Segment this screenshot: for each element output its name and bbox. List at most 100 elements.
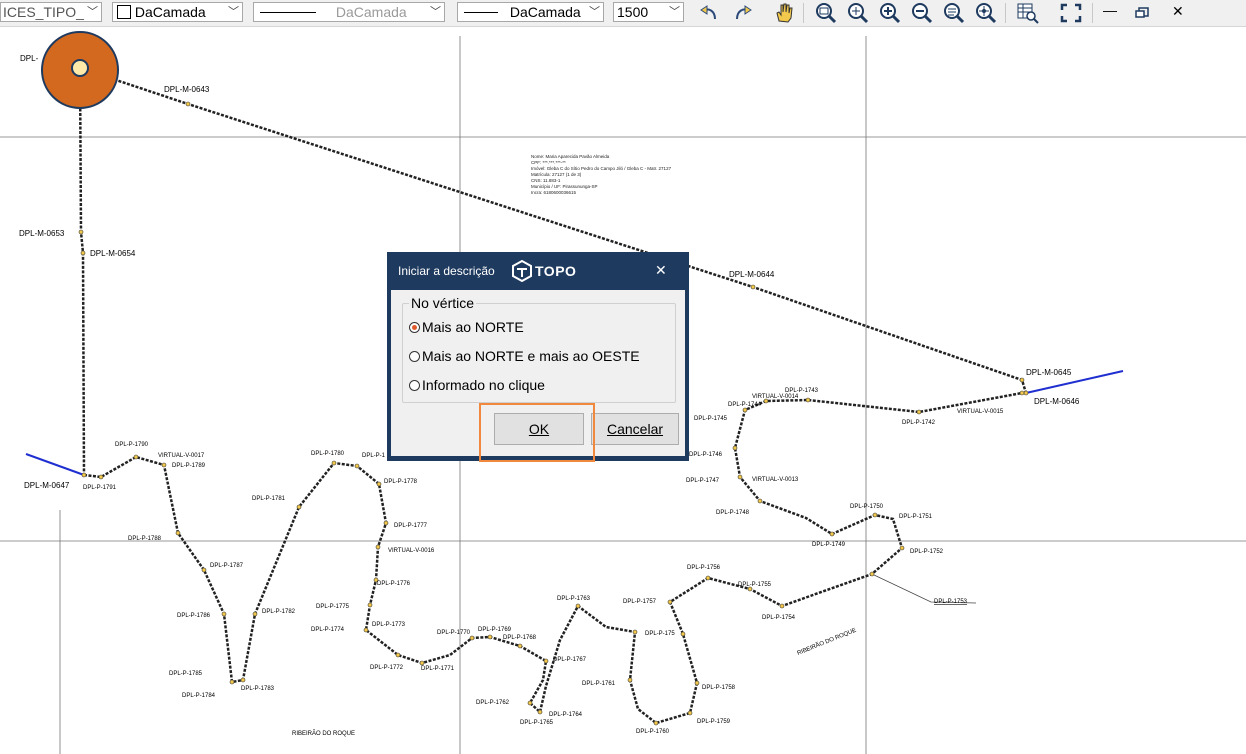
properties-button[interactable] bbox=[1015, 1, 1041, 25]
vertex-label: DPL-P-1769 bbox=[478, 627, 512, 633]
info-line: CPF: ***.***.***-** bbox=[531, 160, 566, 165]
option-label: Informado no clique bbox=[422, 377, 545, 393]
vertex-label: DPL-P-1748 bbox=[716, 510, 750, 516]
vertex-label: DPL-P-1763 bbox=[557, 596, 591, 602]
option-label: Mais ao NORTE e mais ao OESTE bbox=[422, 348, 640, 364]
vertex-label: DPL-P-1773 bbox=[372, 622, 406, 628]
group-label: No vértice bbox=[409, 295, 477, 311]
info-line: Município / UF: Pirassununga-SP bbox=[531, 184, 598, 189]
fullscreen-icon bbox=[1060, 3, 1082, 23]
chevron-down-icon: ﹀ bbox=[228, 6, 239, 18]
vertex-label: DPL-P-1787 bbox=[210, 563, 244, 569]
vertex-label: DPL-P-1765 bbox=[520, 720, 554, 726]
vertex-label: VIRTUAL-V-0015 bbox=[957, 409, 1004, 415]
chevron-down-icon: ﹀ bbox=[87, 6, 98, 18]
minimize-button[interactable]: — bbox=[1103, 2, 1117, 18]
info-line: Matrícula: 27127 (1 de 3) bbox=[531, 172, 582, 177]
restore-icon bbox=[1135, 7, 1149, 18]
vertex-label: VIRTUAL-V-0016 bbox=[388, 548, 435, 554]
option-label: Mais ao NORTE bbox=[422, 319, 524, 335]
vertex-label: DPL-P-1781 bbox=[252, 496, 286, 502]
option-click[interactable]: Informado no clique bbox=[409, 376, 545, 394]
ok-highlight-box bbox=[479, 403, 595, 462]
info-line: Nome: Maria Aparecida Pavão Almeida bbox=[531, 154, 610, 159]
chevron-down-icon: ﹀ bbox=[430, 6, 441, 18]
vertex-label: DPL-M-0653 bbox=[19, 229, 65, 238]
vertex-label: DPL-P-1747 bbox=[686, 478, 720, 484]
info-line: CNS: 11.883-1 bbox=[531, 178, 561, 183]
close-button[interactable]: ✕ bbox=[1172, 3, 1184, 20]
pan-button[interactable] bbox=[771, 1, 797, 25]
redo-button[interactable] bbox=[729, 1, 755, 25]
vertex-label: DPL-P-1750 bbox=[850, 504, 884, 510]
vertex-label: DPL-P-1754 bbox=[762, 615, 796, 621]
property-info-block: Nome: Maria Aparecida Pavão Almeida CPF:… bbox=[531, 154, 672, 195]
zoom-in-icon bbox=[880, 3, 901, 24]
zoom-in-button[interactable] bbox=[877, 1, 903, 25]
vertex-label: DPL-M-0645 bbox=[1026, 368, 1072, 377]
undo-icon bbox=[700, 5, 716, 20]
river-label: RIBEIRÃO DO ROQUE bbox=[796, 627, 857, 657]
line-sample-icon bbox=[464, 12, 498, 13]
dialog-title: Iniciar a descrição bbox=[398, 264, 495, 278]
vertex-label: DPL-P-1759 bbox=[697, 719, 731, 725]
dialog-close-button[interactable]: ✕ bbox=[655, 262, 667, 279]
zoom-extents-button[interactable] bbox=[845, 1, 871, 25]
vertex-label: DPL-P-1780 bbox=[311, 451, 345, 457]
radio-icon bbox=[409, 351, 420, 362]
zoom-previous-icon bbox=[944, 3, 965, 24]
info-line: Imóvel: Gleba C do Sítio Pedro do Campo … bbox=[531, 166, 672, 171]
dialog-title-bar[interactable]: Iniciar a descrição TOPO ✕ bbox=[387, 252, 689, 290]
redo-icon bbox=[736, 5, 752, 20]
option-north[interactable]: Mais ao NORTE bbox=[409, 318, 524, 336]
zoom-extents-icon bbox=[848, 3, 869, 24]
chevron-down-icon: ﹀ bbox=[589, 6, 600, 18]
vertex-label: DPL-P-175 bbox=[645, 631, 675, 637]
grid-search-icon bbox=[1017, 3, 1039, 24]
zoom-window-button[interactable] bbox=[813, 1, 839, 25]
chevron-down-icon: ﹀ bbox=[669, 6, 680, 18]
vertex-label: DPL-P-1742 bbox=[902, 420, 936, 426]
restore-button[interactable] bbox=[1131, 1, 1157, 25]
vertex-label: DPL-P-1791 bbox=[83, 485, 117, 491]
cancel-button[interactable]: Cancelar bbox=[591, 413, 679, 445]
vertex-label: VIRTUAL-V-0013 bbox=[752, 477, 799, 483]
vertex-label: DPL-P-1745 bbox=[694, 416, 728, 422]
vertex-label: DPL-P-1777 bbox=[394, 523, 428, 529]
option-north-west[interactable]: Mais ao NORTE e mais ao OESTE bbox=[409, 347, 640, 365]
vertex-label: DPL-M-0644 bbox=[729, 270, 775, 279]
river-labels: RIBEIRÃO DO ROQUE RIBEIRÃO DO ROQUE bbox=[292, 627, 857, 737]
vertex-label: DPL-P-1782 bbox=[262, 609, 296, 615]
scale-select[interactable]: 1500 ﹀ bbox=[613, 2, 684, 22]
layer-select[interactable]: ICES_TIPO_ ﹀ bbox=[0, 2, 102, 22]
toolbar: ICES_TIPO_ ﹀ DaCamada ﹀ DaCamada ﹀ DaCam… bbox=[0, 0, 1246, 27]
zoom-out-button[interactable] bbox=[909, 1, 935, 25]
fullscreen-button[interactable] bbox=[1058, 1, 1084, 25]
zoom-previous-button[interactable] bbox=[941, 1, 967, 25]
layer-select-value: ICES_TIPO_ bbox=[3, 4, 84, 20]
vertex-label: DPL-P-1786 bbox=[177, 613, 211, 619]
vertex-label: DPL-P-1788 bbox=[128, 536, 162, 542]
vertex-label: DPL-P-1768 bbox=[503, 635, 537, 641]
vertex-label: DPL-P-1790 bbox=[115, 442, 149, 448]
vertex-label: DPL-P-1755 bbox=[738, 582, 772, 588]
topo-logo-text: TOPO bbox=[535, 263, 577, 279]
lineweight-select[interactable]: DaCamada ﹀ bbox=[457, 2, 604, 22]
line-sample-icon bbox=[260, 12, 316, 13]
color-swatch-icon bbox=[117, 5, 131, 19]
zoom-center-icon bbox=[976, 3, 997, 24]
vertex-label: DPL-P-1764 bbox=[549, 712, 583, 718]
vertex-label: DPL-P-1784 bbox=[182, 693, 216, 699]
vertex-label: DPL-P-1771 bbox=[421, 666, 455, 672]
info-line: Incra: 6180600036615 bbox=[531, 190, 577, 195]
vertex-label: DPL-P-1770 bbox=[437, 630, 471, 636]
zoom-center-button[interactable] bbox=[973, 1, 999, 25]
vertex-label: DPL-P-1753 bbox=[934, 599, 968, 605]
zoom-window-icon bbox=[816, 3, 837, 24]
vertex-label: DPL-P-1757 bbox=[623, 599, 657, 605]
linetype-select[interactable]: DaCamada ﹀ bbox=[253, 2, 445, 22]
lineweight-select-value: DaCamada bbox=[509, 4, 581, 20]
undo-button[interactable] bbox=[697, 1, 723, 25]
color-select[interactable]: DaCamada ﹀ bbox=[112, 2, 243, 22]
vertex-label: DPL-P-1783 bbox=[241, 686, 275, 692]
